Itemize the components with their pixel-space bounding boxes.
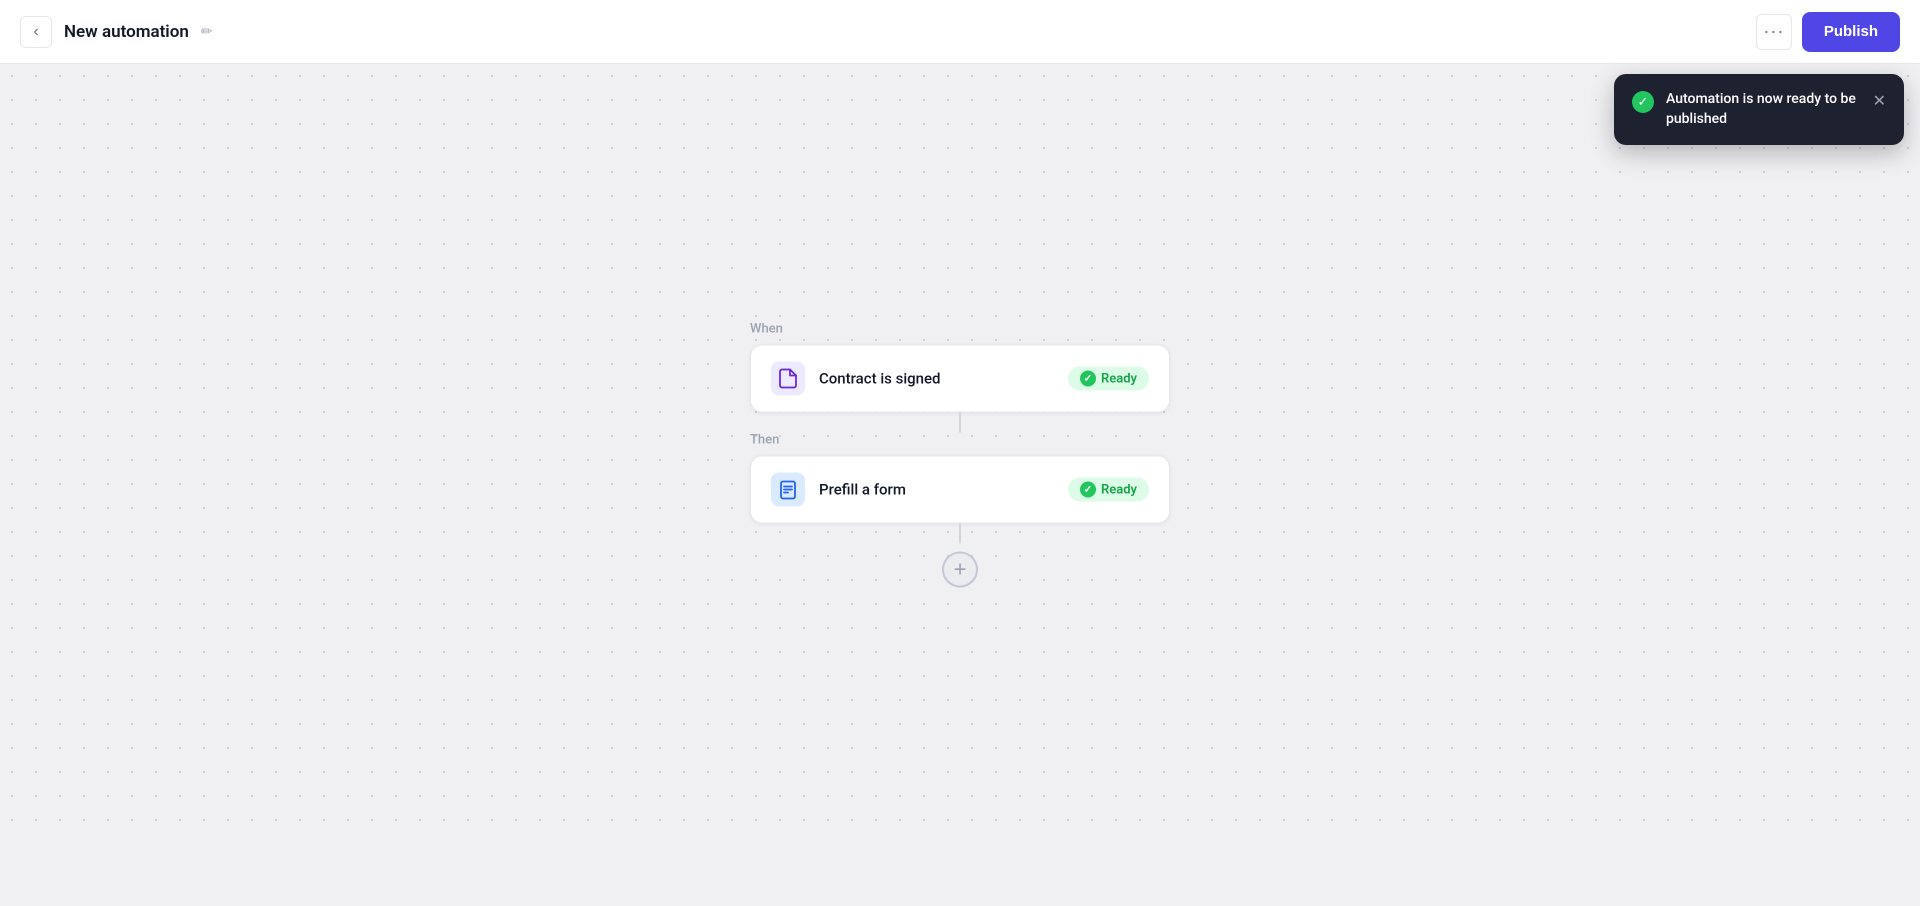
more-options-button[interactable]: ···	[1756, 14, 1792, 50]
when-label: When	[750, 321, 1170, 336]
trigger-check-icon: ✓	[1080, 370, 1096, 386]
action-check-icon: ✓	[1080, 481, 1096, 497]
flow-container: When Contract is signed ✓ Ready Then	[750, 321, 1170, 595]
action-step-icon	[771, 472, 805, 506]
toast-notification: ✓ Automation is now ready to be publishe…	[1614, 74, 1904, 145]
add-step-button[interactable]: +	[942, 551, 978, 587]
more-icon: ···	[1763, 21, 1784, 42]
trigger-step-card[interactable]: Contract is signed ✓ Ready	[750, 344, 1170, 412]
page-title: New automation	[64, 22, 189, 42]
then-label: Then	[750, 432, 1170, 447]
automation-canvas: When Contract is signed ✓ Ready Then	[0, 64, 1920, 842]
connector-line-bottom	[959, 523, 961, 543]
connector-line-top	[959, 412, 961, 432]
header-right: ··· Publish	[1756, 12, 1900, 52]
connector-bottom	[750, 523, 1170, 543]
action-step-label: Prefill a form	[819, 480, 1054, 498]
back-button[interactable]: ‹	[20, 16, 52, 48]
add-step-area: +	[750, 543, 1170, 595]
action-ready-badge: ✓ Ready	[1068, 477, 1149, 501]
trigger-ready-badge: ✓ Ready	[1068, 366, 1149, 390]
action-badge-text: Ready	[1101, 482, 1137, 497]
header-left: ‹ New automation ✏	[20, 16, 1756, 48]
action-step-card[interactable]: Prefill a form ✓ Ready	[750, 455, 1170, 523]
trigger-badge-text: Ready	[1101, 371, 1137, 386]
toast-message: Automation is now ready to be published	[1666, 90, 1861, 129]
app-header: ‹ New automation ✏ ··· Publish	[0, 0, 1920, 64]
toast-check-icon: ✓	[1632, 91, 1654, 113]
add-step-icon: +	[954, 558, 967, 580]
back-icon: ‹	[33, 23, 38, 41]
trigger-step-label: Contract is signed	[819, 369, 1054, 387]
connector	[750, 412, 1170, 432]
edit-icon[interactable]: ✏	[201, 24, 213, 40]
toast-close-button[interactable]: ✕	[1873, 91, 1886, 110]
publish-button[interactable]: Publish	[1802, 12, 1900, 52]
trigger-step-icon	[771, 361, 805, 395]
